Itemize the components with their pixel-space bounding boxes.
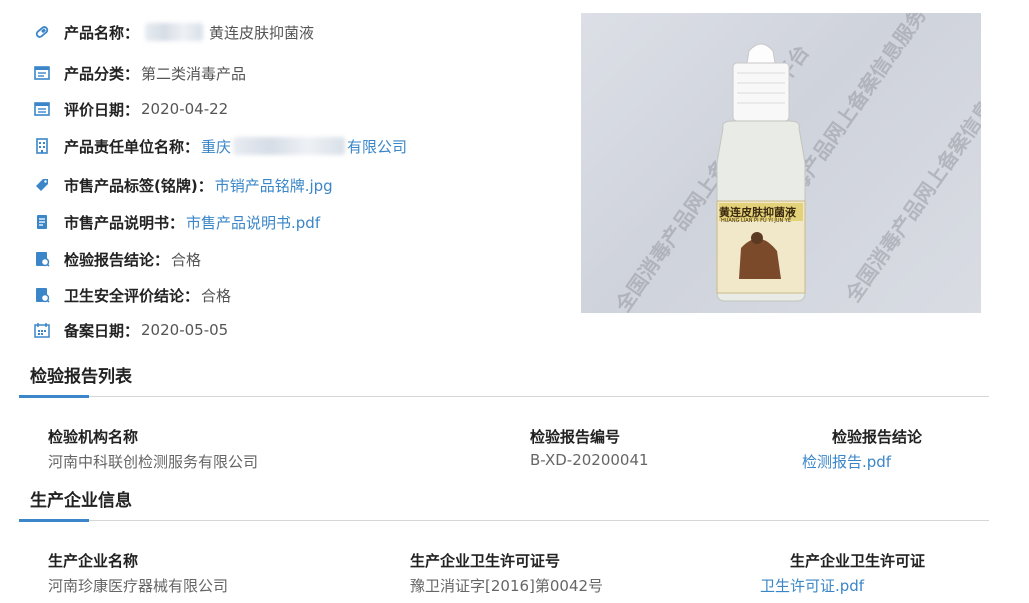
- product-manual-row: 市售产品说明书： 市售产品说明书.pdf: [34, 210, 320, 234]
- safety-conclusion-value: 合格: [201, 286, 232, 305]
- product-manual-label: 市售产品说明书：: [64, 213, 185, 232]
- redacted-company: [233, 137, 346, 155]
- calendar-icon: [34, 322, 50, 338]
- report-header-conclusion: 检验报告结论: [832, 428, 923, 446]
- product-name-value: 黄连皮肤抑菌液: [209, 23, 315, 42]
- producer-name-value: 河南珍康医疗器械有限公司: [48, 577, 229, 595]
- safety-report-icon: [34, 287, 50, 303]
- safety-conclusion-label: 卫生安全评价结论：: [64, 286, 200, 305]
- product-name-label: 产品名称：: [64, 23, 140, 42]
- building-icon: [34, 138, 50, 154]
- filing-date-label: 备案日期：: [64, 321, 140, 340]
- product-manual-link[interactable]: 市售产品说明书.pdf: [186, 212, 320, 233]
- product-name-row: 产品名称： 黄连皮肤抑菌液: [34, 20, 314, 44]
- report-conclusion-row: 检验报告结论： 合格: [34, 247, 201, 271]
- report-section-accent: [19, 395, 89, 398]
- producer-license-no-value: 豫卫消证字[2016]第0042号: [410, 577, 604, 595]
- calendar-card-icon: [34, 101, 50, 117]
- report-section-title: 检验报告列表: [30, 367, 132, 387]
- product-photo[interactable]: 全国消毒产品网上备案信息服务平台 全国消毒产品网上备案信息服务平台 全国消毒产品…: [581, 13, 981, 313]
- filing-date-value: 2020-05-05: [141, 321, 229, 339]
- responsible-unit-suffix[interactable]: 有限公司: [347, 136, 407, 157]
- pill-icon: [34, 24, 50, 40]
- tag-icon: [34, 177, 50, 193]
- producer-header-name: 生产企业名称: [48, 552, 139, 570]
- eval-date-label: 评价日期：: [64, 100, 140, 119]
- responsible-unit-prefix[interactable]: 重庆: [201, 136, 231, 157]
- redacted-brand: [145, 23, 204, 41]
- product-tag-row: 市售产品标签(铭牌)： 市销产品铭牌.jpg: [34, 173, 333, 197]
- report-header-org: 检验机构名称: [48, 428, 139, 446]
- eval-date-value: 2020-04-22: [141, 100, 229, 118]
- report-number-value: B-XD-20200041: [530, 451, 649, 469]
- producer-section-title: 生产企业信息: [30, 491, 132, 511]
- report-conclusion-value: 合格: [171, 250, 202, 269]
- document-icon: [34, 214, 50, 230]
- bottle-illustration: [716, 43, 806, 302]
- report-icon: [34, 251, 50, 267]
- report-conclusion-label: 检验报告结论：: [64, 250, 170, 269]
- product-category-row: 产品分类： 第二类消毒产品: [34, 61, 246, 85]
- report-section-divider: [19, 396, 989, 397]
- product-category-value: 第二类消毒产品: [141, 64, 247, 83]
- product-category-label: 产品分类：: [64, 64, 140, 83]
- responsible-unit-row: 产品责任单位名称： 重庆 有限公司: [34, 134, 407, 158]
- product-tag-link[interactable]: 市销产品铭牌.jpg: [215, 175, 333, 196]
- producer-license-link[interactable]: 卫生许可证.pdf: [760, 575, 864, 596]
- bottle-pinyin-text: HUANG LIAN PI FU YI JUN YE: [721, 218, 792, 224]
- producer-header-license: 生产企业卫生许可证: [790, 552, 926, 570]
- report-org-value: 河南中科联创检测服务有限公司: [48, 453, 259, 471]
- producer-section-accent: [19, 519, 89, 522]
- eval-date-row: 评价日期： 2020-04-22: [34, 97, 228, 121]
- report-pdf-link[interactable]: 检测报告.pdf: [802, 451, 891, 472]
- producer-header-license-no: 生产企业卫生许可证号: [410, 552, 561, 570]
- responsible-unit-label: 产品责任单位名称：: [64, 137, 200, 156]
- product-tag-label: 市售产品标签(铭牌)：: [64, 176, 213, 195]
- safety-conclusion-row: 卫生安全评价结论： 合格: [34, 283, 231, 307]
- list-icon: [34, 65, 50, 81]
- filing-date-row: 备案日期： 2020-05-05: [34, 318, 228, 342]
- report-header-number: 检验报告编号: [530, 428, 621, 446]
- producer-section-divider: [19, 520, 989, 521]
